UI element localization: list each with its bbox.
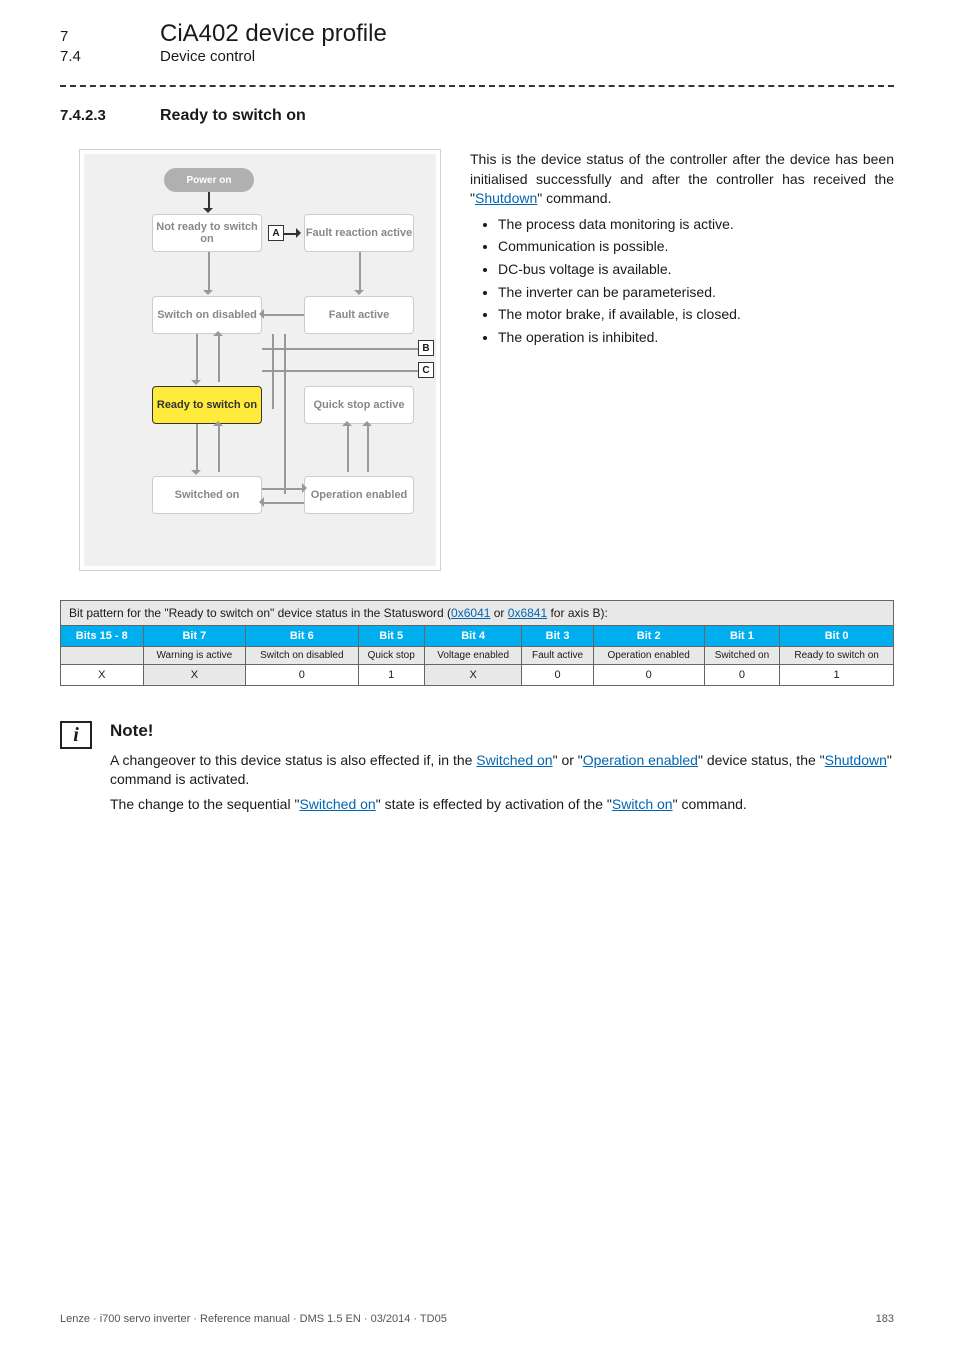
state-switch-on-disabled: Switch on disabled xyxy=(152,296,262,334)
table-header: Bit 4 xyxy=(424,626,522,647)
state-switched-on: Switched on xyxy=(152,476,262,514)
state-ready-to-switch-on: Ready to switch on xyxy=(152,386,262,424)
description-bullets: The process data monitoring is active. C… xyxy=(470,215,894,348)
link-shutdown[interactable]: Shutdown xyxy=(475,190,537,206)
subsection-number: 7.4.2.3 xyxy=(60,107,160,124)
separator xyxy=(60,85,894,87)
list-item: DC-bus voltage is available. xyxy=(498,260,894,280)
link-shutdown[interactable]: Shutdown xyxy=(825,752,887,768)
table-header: Bit 0 xyxy=(780,626,894,647)
state-diagram: Power on Not ready to switch on Fault re… xyxy=(80,150,440,570)
list-item: The operation is inhibited. xyxy=(498,328,894,348)
footer-text: Lenze · i700 servo inverter · Reference … xyxy=(60,1313,447,1325)
section-number: 7.4 xyxy=(60,48,160,65)
link-operation-enabled[interactable]: Operation enabled xyxy=(583,752,698,768)
section-title: Device control xyxy=(160,48,255,65)
table-header: Bit 7 xyxy=(143,626,246,647)
table-cell: 1 xyxy=(780,665,894,686)
state-operation-enabled: Operation enabled xyxy=(304,476,414,514)
table-cell: Quick stop xyxy=(358,647,424,665)
table-header: Bit 1 xyxy=(704,626,780,647)
link-switched-on[interactable]: Switched on xyxy=(476,752,552,768)
table-cell: Switched on xyxy=(704,647,780,665)
link-switched-on[interactable]: Switched on xyxy=(299,796,375,812)
table-header: Bit 6 xyxy=(246,626,358,647)
table-cell xyxy=(61,647,144,665)
description-intro: This is the device status of the control… xyxy=(470,150,894,209)
table-cell: 0 xyxy=(704,665,780,686)
table-header: Bit 3 xyxy=(522,626,593,647)
info-icon xyxy=(60,721,92,749)
table-cell: Warning is active xyxy=(143,647,246,665)
list-item: The motor brake, if available, is closed… xyxy=(498,305,894,325)
table-cell: Voltage enabled xyxy=(424,647,522,665)
table-cell: 0 xyxy=(246,665,358,686)
list-item: Communication is possible. xyxy=(498,237,894,257)
table-cell: Switch on disabled xyxy=(246,647,358,665)
list-item: The process data monitoring is active. xyxy=(498,215,894,235)
link-switch-on[interactable]: Switch on xyxy=(612,796,673,812)
list-item: The inverter can be parameterised. xyxy=(498,283,894,303)
note-paragraph: The change to the sequential "Switched o… xyxy=(110,795,894,814)
table-header: Bit 2 xyxy=(593,626,704,647)
table-cell: Operation enabled xyxy=(593,647,704,665)
bit-pattern-table: Bit pattern for the "Ready to switch on"… xyxy=(60,600,894,686)
table-header: Bits 15 - 8 xyxy=(61,626,144,647)
state-quick-stop-active: Quick stop active xyxy=(304,386,414,424)
link-0x6041[interactable]: 0x6041 xyxy=(451,606,490,620)
note-title: Note! xyxy=(110,721,894,741)
link-0x6841[interactable]: 0x6841 xyxy=(508,606,547,620)
table-cell: 1 xyxy=(358,665,424,686)
state-fault-reaction: Fault reaction active xyxy=(304,214,414,252)
state-not-ready: Not ready to switch on xyxy=(152,214,262,252)
note-paragraph: A changeover to this device status is al… xyxy=(110,751,894,789)
state-fault-active: Fault active xyxy=(304,296,414,334)
table-cell: Ready to switch on xyxy=(780,647,894,665)
table-cell: 0 xyxy=(522,665,593,686)
tag-b: B xyxy=(418,340,434,356)
table-cell: 0 xyxy=(593,665,704,686)
state-power-on: Power on xyxy=(164,168,254,192)
chapter-title: CiA402 device profile xyxy=(160,20,387,48)
tag-a: A xyxy=(268,225,284,241)
page-number: 183 xyxy=(876,1313,894,1325)
table-cell: Fault active xyxy=(522,647,593,665)
tag-c: C xyxy=(418,362,434,378)
table-cell: X xyxy=(61,665,144,686)
table-caption: Bit pattern for the "Ready to switch on"… xyxy=(61,601,894,626)
table-header: Bit 5 xyxy=(358,626,424,647)
table-cell: X xyxy=(424,665,522,686)
table-cell: X xyxy=(143,665,246,686)
chapter-number: 7 xyxy=(60,28,160,45)
subsection-title: Ready to switch on xyxy=(160,107,306,125)
